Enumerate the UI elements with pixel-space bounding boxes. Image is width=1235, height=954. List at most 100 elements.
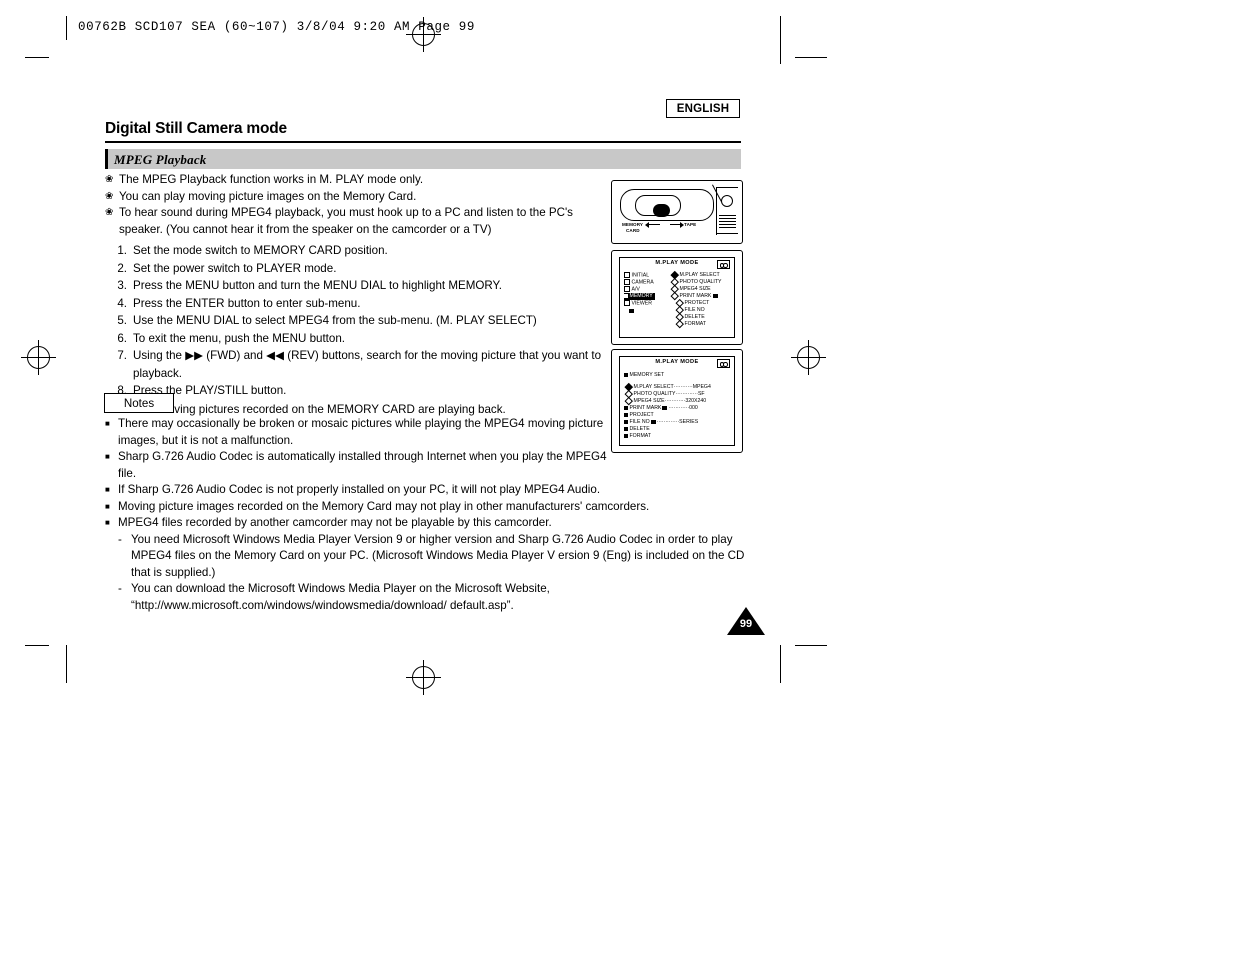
menu-item-viewer: VIEWER: [624, 300, 652, 307]
camcorder-grip-line: [719, 224, 736, 225]
file-icon: [650, 419, 656, 424]
mode-switch-track: [635, 195, 681, 217]
step-text: Use the MENU DIAL to select MPEG4 from t…: [133, 314, 537, 327]
menu-square-icon: [624, 300, 630, 306]
mode-switch-label-tape: TAPE: [684, 222, 697, 227]
section-tick: [105, 149, 108, 169]
submenu-item-mplay-select: M.PLAY SELECT: [670, 270, 720, 279]
figure-menu-screen-1: M.PLAY MODE INITIAL CAMERA A/V MEMORY VI…: [611, 250, 743, 345]
square-bullet-icon: ■: [105, 518, 110, 527]
menu-square-icon: [624, 272, 630, 278]
crop-mark-bottom-left-v: [66, 645, 67, 683]
menu-item-memory: MEMORY: [624, 293, 655, 300]
page-number-flag: 99: [727, 607, 765, 635]
menu-square-filled-icon: [624, 419, 628, 424]
step-number: 3.: [117, 279, 127, 292]
list-item: ❀ To hear sound during MPEG4 playback, y…: [105, 205, 610, 221]
page-number: 99: [739, 618, 753, 630]
submenu-item-format: FORMAT: [675, 319, 706, 328]
camcorder-grip-line: [719, 218, 736, 219]
note-text: There may occasionally be broken or mosa…: [118, 417, 604, 430]
step-text: Using the ▶▶ (FWD) and ◀◀ (REV) buttons,…: [133, 349, 602, 362]
dash-bullet-icon: -: [118, 532, 122, 546]
submenu-item-protect: PROTECT: [675, 298, 709, 307]
list-item: ■ Moving picture images recorded on the …: [105, 499, 745, 516]
row-mplay-select: M.PLAY SELECT···········MPEG4: [624, 382, 711, 391]
registration-mark-right: [791, 340, 826, 375]
numbered-step-list: 1. Set the mode switch to MEMORY CARD po…: [105, 242, 625, 418]
section-header: MPEG Playback: [105, 149, 741, 169]
camcorder-grip-line: [719, 215, 736, 216]
list-item: 7. Using the ▶▶ (FWD) and ◀◀ (REV) butto…: [105, 347, 625, 365]
lcd-screen: M.PLAY MODE INITIAL CAMERA A/V MEMORY VI…: [619, 257, 735, 338]
step-text: playback.: [133, 366, 182, 380]
camcorder-edge: [716, 187, 738, 189]
bullet-text: speaker. (You cannot hear it from the sp…: [119, 222, 492, 236]
list-item: speaker. (You cannot hear it from the sp…: [105, 222, 610, 238]
crop-mark-top-left: [25, 57, 49, 58]
menu-square-filled-icon: [624, 405, 628, 410]
menu-item-av: A/V: [624, 286, 640, 293]
menu-item-camera: CAMERA: [624, 279, 654, 286]
menu-square-icon: [624, 286, 630, 292]
list-item: 4. Press the ENTER button to enter sub-m…: [105, 295, 625, 313]
note-text: You need Microsoft Windows Media Player …: [131, 532, 733, 546]
list-item: 3. Press the MENU button and turn the ME…: [105, 277, 625, 295]
menu-square-icon: [624, 279, 630, 285]
square-bullet-icon: ■: [105, 419, 110, 428]
diamond-icon: [675, 319, 684, 328]
row-file-no: FILE NO ·············SERIES: [624, 419, 698, 426]
crop-mark-top-right: [780, 16, 781, 64]
document-page: 00762B SCD107 SEA (60~107) 3/8/04 9:20 A…: [0, 0, 1235, 954]
list-item: ❀ You can play moving picture images on …: [105, 189, 610, 205]
menu-square-filled-icon: [624, 412, 628, 417]
list-item: - You can download the Microsoft Windows…: [118, 581, 745, 598]
bullet-text: To hear sound during MPEG4 playback, you…: [119, 206, 573, 219]
registration-mark-left: [21, 340, 56, 375]
registration-mark-bottom: [406, 660, 441, 695]
menu-item-initial: INITIAL: [624, 272, 649, 279]
crop-mark-top-left-v: [66, 16, 67, 40]
page-title: Digital Still Camera mode: [105, 120, 287, 137]
step-text: Press the MENU button and turn the MENU …: [133, 279, 503, 292]
menu-square-filled-icon: [624, 293, 628, 298]
note-text: images, but it is not a malfunction.: [118, 433, 294, 447]
list-item: 5. Use the MENU DIAL to select MPEG4 fro…: [105, 312, 625, 330]
bullet-text: You can play moving picture images on th…: [119, 189, 417, 203]
list-item: “http://www.microsoft.com/windows/window…: [118, 598, 745, 615]
tape-icon: [717, 260, 730, 269]
diamond-icon: [670, 291, 679, 300]
note-text: “http://www.microsoft.com/windows/window…: [131, 598, 514, 612]
row-print-mark: PRINT MARK ············000: [624, 405, 698, 412]
row-mpeg4-size: MPEG4 SIZE············320X240: [624, 396, 706, 405]
step-number: 1.: [117, 244, 127, 257]
camcorder-edge: [716, 233, 738, 235]
figure-mode-switch: MEMORY CARD TAPE: [611, 180, 743, 244]
printer-icon: [713, 293, 719, 298]
memory-set-header: MEMORY SET: [624, 372, 664, 379]
lcd-screen: M.PLAY MODE MEMORY SET M.PLAY SELECT····…: [619, 356, 735, 446]
mode-switch-knob: [653, 204, 670, 217]
step-number: 7.: [117, 349, 127, 362]
menu-square-filled-icon: [624, 426, 628, 431]
dash-bullet-icon: -: [118, 582, 122, 595]
notes-label-box: Notes: [104, 393, 174, 413]
camcorder-dial: [721, 195, 733, 207]
menu-square-filled-icon: [624, 433, 628, 438]
row-photo-quality: PHOTO QUALITY·············SF: [624, 389, 705, 398]
camcorder-grip-line: [719, 221, 736, 222]
note-text: MPEG4 files recorded by another camcorde…: [118, 516, 552, 529]
language-badge: ENGLISH: [666, 99, 740, 118]
square-bullet-icon: ■: [105, 452, 110, 461]
crop-mark-bottom-right: [780, 645, 781, 683]
menu-card-icon: [629, 308, 636, 315]
bullet-flower-icon: ❀: [105, 190, 114, 202]
printer-icon: [662, 405, 668, 410]
step-number: 6.: [117, 331, 127, 345]
mode-switch-label-memory: MEMORY: [622, 222, 644, 227]
list-item: 2. Set the power switch to PLAYER mode.: [105, 260, 625, 278]
step-text: Press the ENTER button to enter sub-menu…: [133, 296, 361, 310]
memory-card-icon: [629, 308, 634, 313]
menu-square-filled-icon: [624, 372, 628, 377]
step-text: To exit the menu, push the MENU button.: [133, 331, 346, 345]
